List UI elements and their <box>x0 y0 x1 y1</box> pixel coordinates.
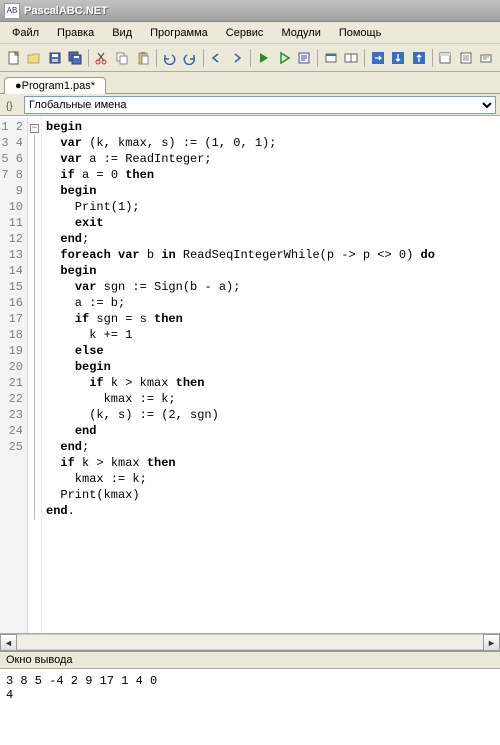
run-noform-button[interactable] <box>274 47 294 69</box>
menu-program[interactable]: Программа <box>142 25 216 41</box>
scroll-right-icon[interactable]: ► <box>483 634 500 651</box>
toolbar-separator <box>317 49 318 67</box>
save-all-button[interactable] <box>66 47 86 69</box>
svg-text:{}: {} <box>6 101 13 111</box>
tabbar: ●Program1.pas* <box>0 72 500 94</box>
menu-file[interactable]: Файл <box>4 25 47 41</box>
new-form-button[interactable] <box>321 47 341 69</box>
copy-button[interactable] <box>113 47 133 69</box>
scope-dropdown[interactable]: Глобальные имена <box>24 96 496 114</box>
save-button[interactable] <box>45 47 65 69</box>
toolbar-separator <box>364 49 365 67</box>
run-button[interactable] <box>254 47 274 69</box>
output-button[interactable] <box>477 47 497 69</box>
fold-column[interactable]: − <box>28 117 42 633</box>
compile-button[interactable] <box>295 47 315 69</box>
menubar: Файл Правка Вид Программа Сервис Модули … <box>0 22 500 44</box>
menu-view[interactable]: Вид <box>104 25 140 41</box>
output-panel: Окно вывода 3 8 5 -4 2 9 17 1 4 0 4 <box>0 650 500 745</box>
form-designer-button[interactable] <box>342 47 362 69</box>
menu-modules[interactable]: Модули <box>273 25 328 41</box>
properties-button[interactable] <box>456 47 476 69</box>
toolbar-separator <box>156 49 157 67</box>
open-file-button[interactable] <box>25 47 45 69</box>
paste-button[interactable] <box>133 47 153 69</box>
scope-bar: {} Глобальные имена <box>0 94 500 116</box>
toolbar-separator <box>203 49 204 67</box>
nav-forward-button[interactable] <box>227 47 247 69</box>
form-button[interactable] <box>436 47 456 69</box>
scroll-left-icon[interactable]: ◄ <box>0 634 17 651</box>
scope-icon: {} <box>4 97 20 113</box>
undo-button[interactable] <box>160 47 180 69</box>
step-into-button[interactable] <box>389 47 409 69</box>
window-title: PascalABC.NET <box>24 5 108 17</box>
toolbar-separator <box>432 49 433 67</box>
step-over-button[interactable] <box>368 47 388 69</box>
file-tab[interactable]: ●Program1.pas* <box>4 77 106 94</box>
menu-service[interactable]: Сервис <box>218 25 272 41</box>
toolbar-separator <box>250 49 251 67</box>
scroll-track[interactable] <box>17 634 483 650</box>
cut-button[interactable] <box>92 47 112 69</box>
new-file-button[interactable] <box>4 47 24 69</box>
code-area[interactable]: begin var (k, kmax, s) := (1, 0, 1); var… <box>42 117 500 633</box>
app-icon: AB <box>4 3 20 19</box>
line-gutter: 1 2 3 4 5 6 7 8 9 10 11 12 13 14 15 16 1… <box>0 117 28 633</box>
code-editor[interactable]: 1 2 3 4 5 6 7 8 9 10 11 12 13 14 15 16 1… <box>0 116 500 633</box>
menu-help[interactable]: Помощь <box>331 25 390 41</box>
horizontal-scrollbar[interactable]: ◄ ► <box>0 633 500 650</box>
nav-back-button[interactable] <box>207 47 227 69</box>
menu-edit[interactable]: Правка <box>49 25 102 41</box>
toolbar <box>0 44 500 72</box>
step-out-button[interactable] <box>409 47 429 69</box>
output-title: Окно вывода <box>0 652 500 669</box>
titlebar: AB PascalABC.NET <box>0 0 500 22</box>
toolbar-separator <box>88 49 89 67</box>
output-body[interactable]: 3 8 5 -4 2 9 17 1 4 0 4 <box>0 669 500 745</box>
redo-button[interactable] <box>180 47 200 69</box>
